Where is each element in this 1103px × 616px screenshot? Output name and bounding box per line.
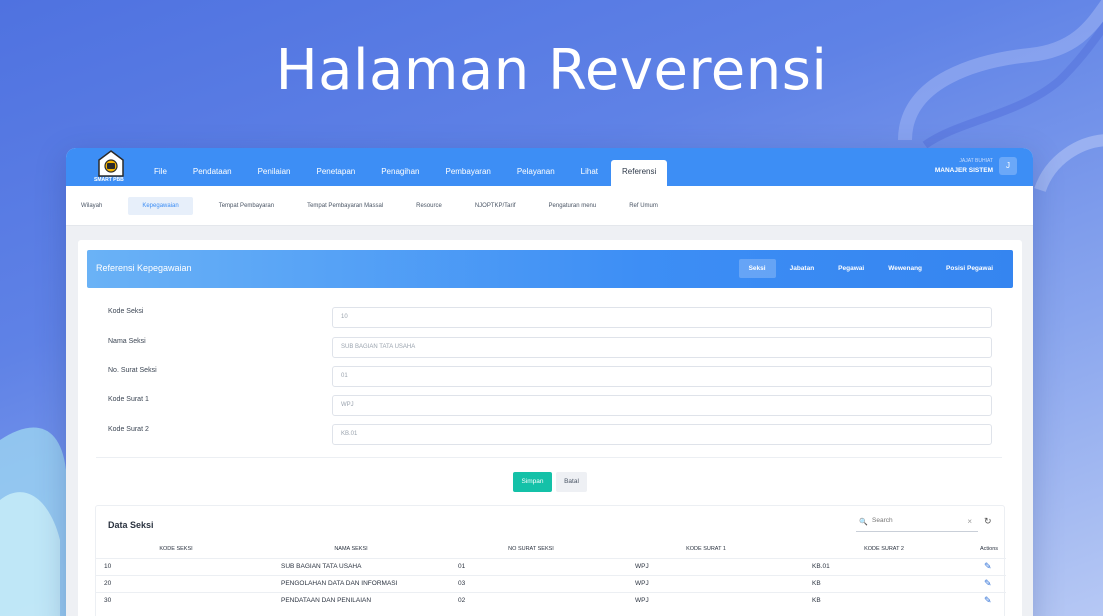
nama-seksi-field[interactable]: SUB BAGIAN TATA USAHA	[332, 337, 992, 358]
table-cell: 02	[458, 597, 466, 604]
hero-title: Halaman Reverensi	[275, 38, 828, 103]
column-header[interactable]: NAMA SEKSI	[301, 546, 401, 552]
tab-pegawai[interactable]: Pegawai	[828, 259, 874, 278]
table-cell: 01	[458, 563, 466, 570]
refresh-icon[interactable]: ↻	[984, 516, 992, 527]
data-seksi-table: Data Seksi 🔍 × ↻ KODE SEKSI NAMA SEKSI N…	[95, 505, 1006, 616]
tab-wewenang[interactable]: Wewenang	[878, 259, 932, 278]
kode-surat-1-label: Kode Surat 1	[108, 396, 149, 403]
column-header[interactable]: KODE SURAT 1	[656, 546, 756, 552]
kode-surat-2-label: Kode Surat 2	[108, 426, 149, 433]
kode-surat-2-field[interactable]: KB.01	[332, 424, 992, 445]
kode-seksi-label: Kode Seksi	[108, 308, 144, 315]
app-window: SMART PBB File Pendataan Penilaian Penet…	[66, 148, 1033, 616]
menu-item-referensi[interactable]: Referensi	[611, 160, 668, 186]
menu-item-pelayanan[interactable]: Pelayanan	[504, 148, 568, 186]
panel-tabs: Seksi Jabatan Pegawai Wewenang Posisi Pe…	[735, 259, 1003, 278]
no-surat-seksi-label: No. Surat Seksi	[108, 367, 157, 374]
edit-icon[interactable]: ✎	[984, 578, 992, 589]
table-cell: 10	[104, 563, 112, 570]
save-button[interactable]: Simpan	[513, 472, 552, 492]
tab-seksi[interactable]: Seksi	[738, 259, 776, 278]
avatar[interactable]: J	[999, 157, 1017, 175]
table-cell: WPJ	[635, 580, 649, 587]
table-cell: WPJ	[635, 597, 649, 604]
panel-title: Referensi Kepegawaian	[96, 263, 192, 273]
kode-seksi-field[interactable]: 10	[332, 307, 992, 328]
table-cell: SUB BAGIAN TATA USAHA	[281, 563, 362, 570]
user-name: JAJAT BUHIAT	[959, 158, 993, 164]
column-header[interactable]: KODE SEKSI	[141, 546, 211, 552]
form-divider	[96, 457, 1002, 458]
table-cell: 30	[104, 597, 112, 604]
table-cell: WPJ	[635, 563, 649, 570]
table-row[interactable]: 10 SUB BAGIAN TATA USAHA 01 WPJ KB.01 ✎	[96, 558, 1006, 575]
column-header[interactable]: NO SURAT SEKSI	[481, 546, 581, 552]
table-cell: KB	[812, 597, 821, 604]
subnav-item-tempat-pembayaran-massal[interactable]: Tempat Pembayaran Massal	[300, 197, 390, 215]
close-icon[interactable]: ×	[967, 517, 972, 526]
table-cell: KB.01	[812, 563, 830, 570]
menu-item-pembayaran[interactable]: Pembayaran	[432, 148, 503, 186]
search-icon: 🔍	[859, 519, 868, 526]
menu-item-penetapan[interactable]: Penetapan	[304, 148, 369, 186]
referensi-panel: Referensi Kepegawaian Seksi Jabatan Pega…	[78, 240, 1022, 616]
search-box[interactable]: 🔍 ×	[856, 516, 978, 532]
nama-seksi-label: Nama Seksi	[108, 338, 146, 345]
column-header[interactable]: KODE SURAT 2	[834, 546, 934, 552]
menu-item-file[interactable]: File	[141, 148, 180, 186]
panel-header: Referensi Kepegawaian Seksi Jabatan Pega…	[87, 250, 1013, 288]
tab-jabatan[interactable]: Jabatan	[780, 259, 825, 278]
edit-icon[interactable]: ✎	[984, 595, 992, 606]
subnav-item-pengaturan-menu[interactable]: Pengaturan menu	[542, 197, 604, 215]
no-surat-seksi-field[interactable]: 01	[332, 366, 992, 387]
table-cell: KB	[812, 580, 821, 587]
subnav-item-wilayah[interactable]: Wilayah	[74, 197, 109, 215]
table-title: Data Seksi	[108, 520, 154, 530]
subnav-item-kepegawaian[interactable]: Kepegawaian	[128, 196, 193, 215]
table-cell: PENGOLAHAN DATA DAN INFORMASI	[281, 580, 398, 587]
table-cell: 03	[458, 580, 466, 587]
subnav-item-tempat-pembayaran[interactable]: Tempat Pembayaran	[212, 197, 281, 215]
top-menu-bar: SMART PBB File Pendataan Penilaian Penet…	[66, 148, 1033, 186]
menu-item-pendataan[interactable]: Pendataan	[180, 148, 245, 186]
table-row[interactable]: 30 PENDATAAN DAN PENILAIAN 02 WPJ KB ✎	[96, 592, 1006, 609]
user-info[interactable]: JAJAT BUHIAT MANAJER SISTEM	[935, 158, 993, 174]
menu-item-penilaian[interactable]: Penilaian	[245, 148, 304, 186]
menu-item-penagihan[interactable]: Penagihan	[368, 148, 432, 186]
subnav-item-ref-umum[interactable]: Ref Umum	[622, 197, 665, 215]
subnav-item-resource[interactable]: Resource	[409, 197, 449, 215]
table-cell: 20	[104, 580, 112, 587]
cancel-button[interactable]: Batal	[556, 472, 587, 492]
kode-surat-1-field[interactable]: WPJ	[332, 395, 992, 416]
user-role: MANAJER SISTEM	[934, 167, 993, 174]
subnav-item-njoptkp-tarif[interactable]: NJOPTKP/Tarif	[468, 197, 523, 215]
search-input[interactable]	[872, 517, 960, 524]
menu-item-lihat[interactable]: Lihat	[568, 148, 611, 186]
table-cell: PENDATAAN DAN PENILAIAN	[281, 597, 372, 604]
table-row[interactable]: 20 PENGOLAHAN DATA DAN INFORMASI 03 WPJ …	[96, 575, 1006, 592]
sub-navigation: Wilayah Kepegawaian Tempat Pembayaran Te…	[66, 186, 1033, 226]
tab-posisi-pegawai[interactable]: Posisi Pegawai	[936, 259, 1003, 278]
table-header: KODE SEKSI NAMA SEKSI NO SURAT SEKSI KOD…	[96, 544, 1006, 558]
logo-text: SMART PBB	[94, 177, 124, 183]
column-header: Actions	[979, 546, 999, 552]
edit-icon[interactable]: ✎	[984, 561, 992, 572]
main-menu: File Pendataan Penilaian Penetapan Penag…	[141, 148, 668, 186]
